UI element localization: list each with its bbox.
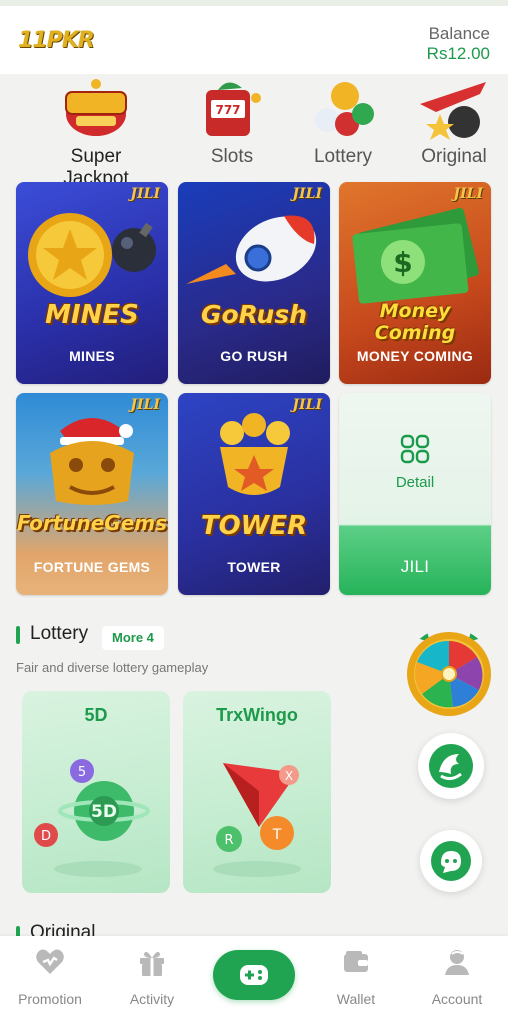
category-slots[interactable]: 777 Slots [172, 68, 292, 178]
provider-name: JILI [400, 557, 430, 576]
balance-value: Rs12.00 [426, 44, 490, 63]
svg-text:T: T [272, 827, 282, 843]
gamepad-icon [240, 965, 268, 985]
customer-service-button[interactable] [420, 830, 482, 892]
trx-gem-icon: X R T [213, 763, 301, 877]
bottom-navigation: Promotion Activity Wallet Account [0, 936, 508, 1024]
lottery-balls-icon [315, 82, 374, 136]
bomb-icon [112, 222, 156, 272]
category-label: Slots [210, 146, 254, 167]
lucky-wheel-icon[interactable] [404, 628, 494, 718]
nav-account[interactable]: Account [407, 946, 507, 1007]
category-row: Super Jackpot 777 Slots Lottery Original [0, 68, 508, 189]
svg-text:5: 5 [78, 765, 86, 780]
svg-text:777: 777 [215, 103, 240, 117]
svg-text:$: $ [393, 246, 412, 279]
nav-activity[interactable]: Activity [102, 946, 202, 1007]
balance-label: Balance [428, 24, 490, 43]
category-label: Lottery [313, 146, 373, 167]
category-original[interactable]: Original [394, 68, 508, 178]
nav-label: Account [431, 991, 483, 1007]
nav-label: Wallet [336, 991, 376, 1007]
category-label: Original [421, 146, 487, 167]
svg-text:D: D [41, 829, 51, 844]
more-button[interactable]: More 4 [102, 626, 164, 650]
app-logo[interactable]: 11PKR [18, 28, 95, 53]
svg-text:X: X [285, 769, 293, 783]
section-subtitle: Fair and diverse lottery gameplay [16, 660, 209, 675]
jili-provider-card[interactable]: Detail JILI [339, 393, 491, 595]
detail-label: Detail [395, 474, 435, 491]
dragon-promo-button[interactable] [418, 733, 484, 799]
nav-label: Promotion [18, 991, 82, 1007]
nav-promotion[interactable]: Promotion [0, 946, 100, 1007]
game-name: MONEY COMING [356, 348, 474, 364]
grid-icon [400, 434, 430, 464]
money-stack-icon: $ [352, 207, 479, 304]
game-name: TOWER [227, 559, 281, 575]
category-super-jackpot[interactable]: Super Jackpot [36, 68, 156, 189]
game-name: FORTUNE GEMS [33, 559, 151, 575]
gold-star-coin-icon [28, 213, 112, 297]
gift-icon [140, 951, 164, 976]
account-icon [445, 950, 469, 975]
nav-games-center-button[interactable] [213, 950, 295, 1000]
game-title-art: Money Coming [374, 300, 456, 344]
lottery-card-title: 5D [84, 705, 108, 725]
promotion-icon [36, 949, 64, 974]
section-title: Lottery [30, 623, 89, 644]
game-title-art: MINES [45, 300, 139, 330]
lottery-card-5d[interactable]: 5D 5 5D D [22, 691, 170, 893]
game-title-art: GoRush [200, 300, 308, 329]
game-card-money-coming[interactable]: JILI $ Money Coming MONEY COMING [339, 182, 491, 384]
game-title-art: TOWER [200, 511, 308, 541]
game-card-go-rush[interactable]: JILI GoRush GO RUSH [178, 182, 330, 384]
section-marker [16, 626, 20, 644]
trophy-coins-icon [220, 413, 290, 495]
game-title-art: FortuneGems [16, 511, 168, 535]
5d-balls-icon: 5 5D D [34, 759, 150, 877]
category-lottery[interactable]: Lottery [283, 68, 403, 178]
provider-badge: JILI [292, 186, 322, 202]
game-name: GO RUSH [220, 348, 288, 364]
plane-bomb-icon [420, 82, 486, 140]
chat-icon [431, 841, 471, 881]
nav-label: Activity [129, 991, 175, 1007]
game-name: MINES [69, 348, 115, 364]
top-bar: 11PKR Balance Rs12.00 [0, 0, 508, 74]
rocket-icon [186, 215, 317, 284]
lottery-card-title: TrxWingo [216, 705, 298, 725]
game-card-tower[interactable]: JILI TOWER TOWER [178, 393, 330, 595]
detail-link[interactable]: Detail [339, 433, 491, 491]
lottery-card-trxwingo[interactable]: TrxWingo X R T [183, 691, 331, 893]
game-card-mines[interactable]: JILI MINES MINES [16, 182, 168, 384]
game-card-fortune-gems[interactable]: JILI FortuneGems FORTUNE GEMS [16, 393, 168, 595]
5d-ball-label: 5D [91, 802, 117, 822]
svg-text:R: R [224, 833, 233, 848]
jackpot-icon [65, 79, 127, 136]
provider-badge: JILI [130, 186, 160, 202]
dragon-icon [429, 744, 473, 788]
wallet-icon [344, 951, 368, 972]
nav-wallet[interactable]: Wallet [306, 946, 406, 1007]
golden-mask-icon [50, 418, 134, 505]
slot-machine-icon: 777 [206, 82, 261, 136]
